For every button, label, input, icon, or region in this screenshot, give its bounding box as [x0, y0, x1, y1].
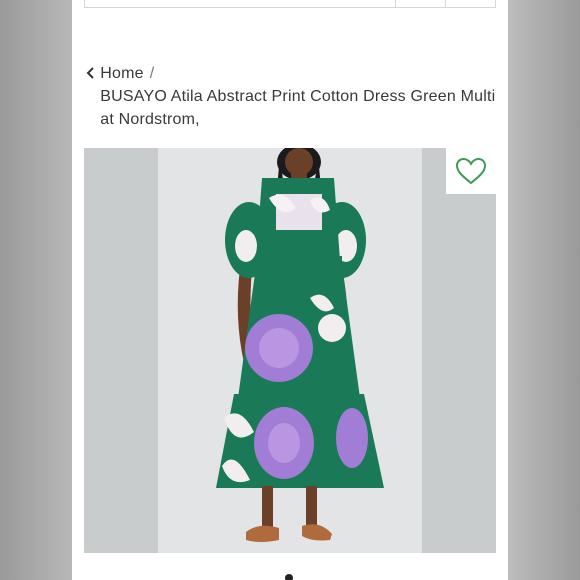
favorite-button[interactable]	[446, 148, 496, 194]
breadcrumb-trail: Home / BUSAYO Atila Abstract Print Cotton…	[100, 62, 496, 131]
left-backdrop	[0, 0, 72, 580]
dress-illustration	[216, 148, 384, 542]
right-backdrop	[508, 0, 580, 580]
breadcrumb: Home / BUSAYO Atila Abstract Print Cotton…	[86, 62, 496, 131]
breadcrumb-separator: /	[149, 65, 155, 82]
toolbar-field[interactable]	[85, 0, 395, 7]
product-page: Home / BUSAYO Atila Abstract Print Cotton…	[72, 0, 508, 580]
carousel-indicator[interactable]	[285, 574, 293, 580]
breadcrumb-home-link[interactable]: Home	[100, 65, 143, 82]
product-title: BUSAYO Atila Abstract Print Cotton Dress…	[100, 88, 496, 128]
heart-outline-icon	[455, 157, 487, 185]
chevron-left-icon[interactable]	[86, 62, 100, 82]
toolbar-button[interactable]	[395, 0, 445, 7]
product-image[interactable]	[84, 148, 496, 553]
top-toolbar	[84, 0, 496, 8]
toolbar-button[interactable]	[445, 0, 495, 7]
